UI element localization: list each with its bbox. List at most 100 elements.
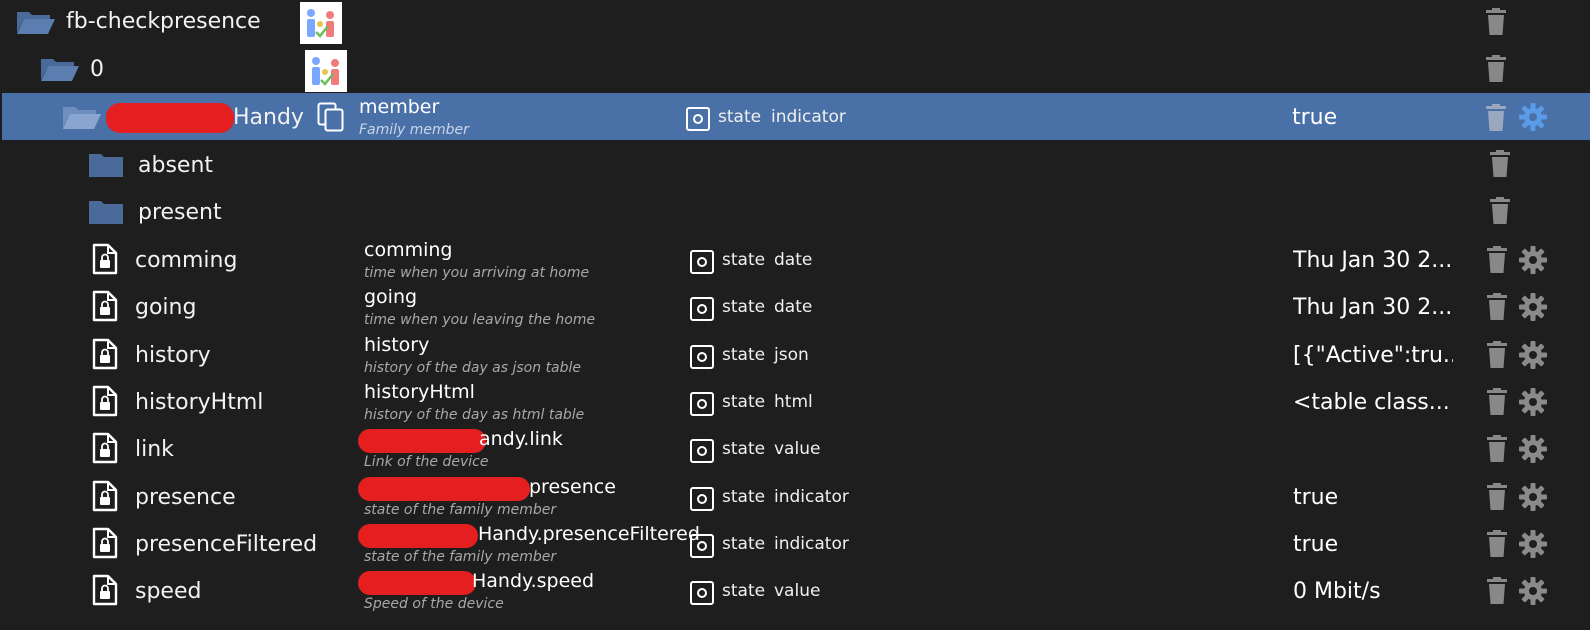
file-lock-icon: [92, 290, 118, 322]
state-type-icon: [690, 392, 714, 416]
tree-item-name: fb-checkpresence: [66, 9, 261, 34]
state-type: state: [722, 487, 766, 507]
tree-item-name: speed: [135, 579, 202, 604]
gear-icon[interactable]: [1518, 434, 1548, 464]
tree-row-adapter[interactable]: fb-checkpresence: [2, 0, 1590, 47]
redaction-mark: [358, 571, 476, 595]
tree-item-name: Handy: [233, 105, 304, 130]
gear-icon[interactable]: [1518, 340, 1548, 370]
state-title: history: [364, 334, 430, 356]
file-lock-icon: [92, 480, 118, 512]
folder-open-icon[interactable]: [16, 9, 56, 35]
state-description: Family member: [359, 122, 469, 138]
state-title: member: [359, 96, 440, 118]
state-description: time when you arriving at home: [364, 265, 590, 281]
tree-row-state[interactable]: speed Handy.speed Speed of the device st…: [2, 567, 1590, 614]
state-type: state: [718, 107, 762, 127]
tree-row-folder[interactable]: absent: [2, 141, 1590, 188]
folder-open-icon[interactable]: [62, 104, 102, 130]
gear-icon[interactable]: [1518, 292, 1548, 322]
folder-open-icon[interactable]: [40, 56, 80, 82]
trash-icon[interactable]: [1486, 577, 1508, 605]
tree-row-folder[interactable]: present: [2, 188, 1590, 235]
state-type-icon: [690, 487, 714, 511]
state-value[interactable]: [{"Active":tru...: [1293, 343, 1453, 368]
tree-row-instance[interactable]: 0: [2, 46, 1590, 93]
state-type-icon: [686, 107, 710, 131]
tree-row-state[interactable]: link andy.link Link of the device state …: [2, 425, 1590, 472]
state-role: date: [774, 297, 813, 317]
tree-row-device[interactable]: Handy member Family member state indicat…: [2, 93, 1590, 140]
trash-icon[interactable]: [1486, 435, 1508, 463]
state-role: indicator: [774, 534, 849, 554]
state-title: going: [364, 286, 418, 308]
tree-item-name: absent: [138, 153, 214, 178]
folder-icon[interactable]: [88, 152, 124, 178]
trash-icon[interactable]: [1486, 293, 1508, 321]
state-value[interactable]: Thu Jan 30 2...: [1293, 248, 1453, 273]
trash-icon[interactable]: [1489, 197, 1511, 225]
gear-icon[interactable]: [1518, 576, 1548, 606]
file-lock-icon: [92, 385, 118, 417]
state-title: historyHtml: [364, 381, 475, 403]
trash-icon[interactable]: [1485, 8, 1507, 36]
tree-item-name: link: [135, 437, 174, 462]
tree-row-state[interactable]: going going time when you leaving the ho…: [2, 283, 1590, 330]
state-role: date: [774, 250, 813, 270]
tree-row-state[interactable]: presenceFiltered Handy.presenceFiltered …: [2, 520, 1590, 567]
state-type-icon: [690, 439, 714, 463]
trash-icon[interactable]: [1486, 246, 1508, 274]
state-type: state: [722, 297, 766, 317]
state-description: state of the family member: [364, 502, 557, 518]
gear-icon[interactable]: [1518, 529, 1548, 559]
file-lock-icon: [92, 527, 118, 559]
gear-icon[interactable]: [1518, 387, 1548, 417]
tree-row-state[interactable]: history history history of the day as js…: [2, 331, 1590, 378]
adapter-logo-icon: [300, 2, 342, 44]
state-role: value: [774, 439, 821, 459]
state-description: time when you leaving the home: [364, 312, 596, 328]
state-title: presence: [529, 476, 616, 498]
copy-icon[interactable]: [317, 102, 345, 132]
state-role: indicator: [774, 487, 849, 507]
trash-icon[interactable]: [1489, 150, 1511, 178]
trash-icon[interactable]: [1485, 104, 1507, 132]
state-type: state: [722, 439, 766, 459]
file-lock-icon: [92, 338, 118, 370]
tree-item-name: comming: [135, 248, 238, 273]
tree-item-name: historyHtml: [135, 390, 264, 415]
state-role: indicator: [771, 107, 846, 127]
state-value[interactable]: true: [1292, 105, 1452, 130]
redaction-mark: [358, 429, 486, 453]
state-value[interactable]: true: [1293, 532, 1453, 557]
state-type: state: [722, 345, 766, 365]
state-role: value: [774, 581, 821, 601]
tree-item-name: present: [138, 200, 222, 225]
state-type-icon: [690, 345, 714, 369]
redaction-mark: [358, 477, 530, 501]
state-type: state: [722, 581, 766, 601]
tree-row-state[interactable]: presence presence state of the family me…: [2, 473, 1590, 520]
state-title: Handy.presenceFiltered: [478, 523, 700, 545]
state-value[interactable]: true: [1293, 485, 1453, 510]
gear-icon[interactable]: [1518, 245, 1548, 275]
tree-row-state[interactable]: comming comming time when you arriving a…: [2, 236, 1590, 283]
state-role: json: [774, 345, 809, 365]
state-value[interactable]: Thu Jan 30 2...: [1293, 295, 1453, 320]
trash-icon[interactable]: [1486, 388, 1508, 416]
state-type-icon: [690, 534, 714, 558]
trash-icon[interactable]: [1485, 55, 1507, 83]
trash-icon[interactable]: [1486, 530, 1508, 558]
tree-row-state[interactable]: historyHtml historyHtml history of the d…: [2, 378, 1590, 425]
folder-icon[interactable]: [88, 199, 124, 225]
gear-icon[interactable]: [1518, 482, 1548, 512]
state-value[interactable]: 0 Mbit/s: [1293, 579, 1453, 604]
trash-icon[interactable]: [1486, 341, 1508, 369]
redaction-mark: [106, 103, 234, 133]
trash-icon[interactable]: [1486, 483, 1508, 511]
gear-icon[interactable]: [1518, 102, 1548, 132]
state-title: comming: [364, 239, 453, 261]
redaction-mark: [358, 524, 478, 548]
state-value[interactable]: <table class...: [1293, 390, 1453, 415]
state-title: Handy.speed: [472, 570, 595, 592]
